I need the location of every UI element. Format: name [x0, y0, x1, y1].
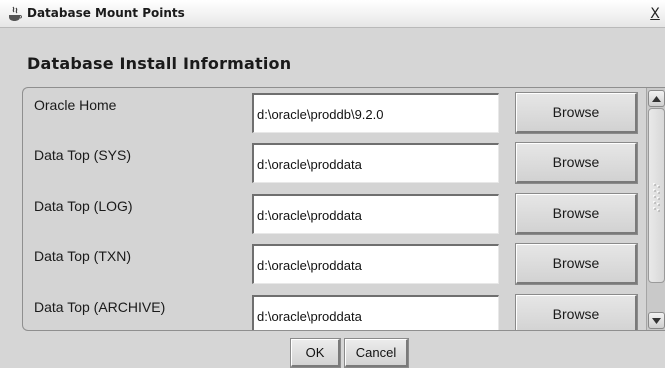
- scroll-up-arrow-icon[interactable]: [648, 90, 665, 107]
- data-top-sys-browse-button[interactable]: Browse: [515, 142, 638, 184]
- cancel-button[interactable]: Cancel: [344, 338, 409, 368]
- data-top-sys-input[interactable]: [252, 143, 499, 183]
- row-data-top-archive: Data Top (ARCHIVE) Browse: [23, 290, 645, 330]
- row-label: Data Top (SYS): [34, 147, 132, 163]
- oracle-home-input[interactable]: [252, 93, 499, 133]
- row-label: Data Top (ARCHIVE): [34, 299, 166, 315]
- grip-icon: [653, 183, 660, 212]
- row-oracle-home: Oracle Home Browse: [23, 88, 645, 138]
- row-data-top-log: Data Top (LOG) Browse: [23, 189, 645, 239]
- scrollbar-thumb[interactable]: [648, 108, 665, 283]
- data-top-log-input[interactable]: [252, 194, 499, 234]
- title-bar[interactable]: Database Mount Points X: [0, 0, 665, 28]
- row-data-top-sys: Data Top (SYS) Browse: [23, 138, 645, 188]
- data-top-log-browse-button[interactable]: Browse: [515, 193, 638, 235]
- row-label: Data Top (TXN): [34, 248, 131, 264]
- vertical-scrollbar[interactable]: [646, 88, 665, 330]
- mount-points-panel: Oracle Home Browse Data Top (SYS) Browse…: [22, 87, 665, 331]
- section-title: Database Install Information: [27, 54, 292, 73]
- data-top-archive-browse-button[interactable]: Browse: [515, 294, 638, 330]
- dialog-window: Database Mount Points X Database Install…: [0, 0, 665, 368]
- row-label: Oracle Home: [34, 97, 117, 113]
- row-data-top-txn: Data Top (TXN) Browse: [23, 239, 645, 289]
- window-title: Database Mount Points: [27, 6, 185, 20]
- scroll-down-arrow-icon[interactable]: [648, 312, 665, 329]
- data-top-txn-browse-button[interactable]: Browse: [515, 243, 638, 285]
- data-top-txn-input[interactable]: [252, 244, 499, 284]
- ok-button[interactable]: OK: [290, 338, 341, 368]
- java-icon: [8, 6, 22, 22]
- data-top-archive-input[interactable]: [252, 295, 499, 330]
- close-button[interactable]: X: [646, 5, 664, 23]
- row-label: Data Top (LOG): [34, 198, 133, 214]
- oracle-home-browse-button[interactable]: Browse: [515, 92, 638, 134]
